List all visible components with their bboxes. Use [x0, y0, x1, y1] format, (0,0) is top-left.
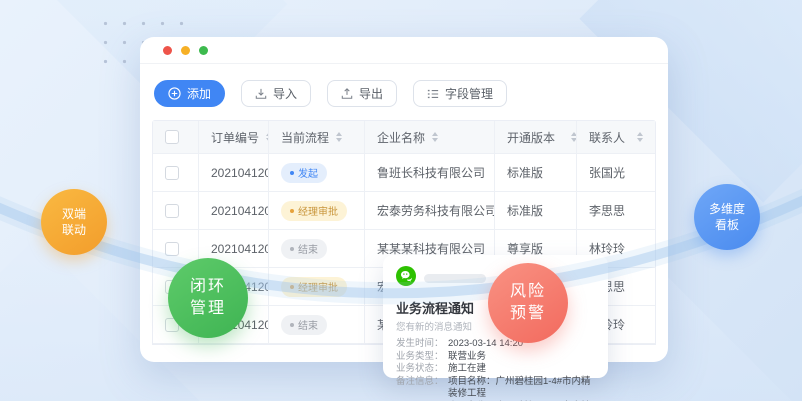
cell-version: 标准版 — [495, 154, 577, 191]
plus-circle-icon — [168, 87, 181, 100]
status-badge: 经理审批 — [281, 201, 347, 221]
field-value: 联营业务 — [448, 351, 486, 364]
table-header-row: 订单编号 当前流程 企业名称 开通版本 联系人 — [153, 121, 655, 154]
header-contact: 联系人 — [589, 129, 625, 146]
cell-order: 20210412002 — [199, 192, 269, 229]
add-button[interactable]: 添加 — [154, 80, 225, 107]
traffic-light-maximize-icon[interactable] — [199, 46, 208, 55]
traffic-light-minimize-icon[interactable] — [181, 46, 190, 55]
cell-company: 鲁班长科技有限公司 — [365, 154, 495, 191]
table-row[interactable]: 20210412002 经理审批 宏泰劳务科技有限公司 标准版 李思思 — [153, 192, 655, 230]
cell-version: 标准版 — [495, 192, 577, 229]
cell-contact: 张国光 — [577, 154, 657, 191]
feature-bubble-dashboard: 多维度 看板 — [694, 184, 760, 250]
export-button-label: 导出 — [359, 85, 383, 102]
import-button[interactable]: 导入 — [241, 80, 311, 107]
toolbar: 添加 导入 导出 字段管理 — [140, 64, 668, 107]
cell-company: 宏泰劳务科技有限公司 — [365, 192, 495, 229]
header-process: 当前流程 — [281, 129, 329, 146]
field-label: 业务状态： — [396, 363, 448, 376]
add-button-label: 添加 — [187, 85, 211, 102]
sort-icon[interactable] — [336, 132, 342, 142]
field-label: 业务类型： — [396, 351, 448, 364]
status-badge: 结束 — [281, 239, 327, 259]
header-company: 企业名称 — [377, 129, 425, 146]
sort-icon[interactable] — [432, 132, 438, 142]
field-value: 项目名称：广州碧桂园1-4#市内精装修工程 — [448, 376, 595, 401]
select-all-checkbox[interactable] — [165, 130, 179, 144]
status-badge: 结束 — [281, 315, 327, 335]
window-titlebar — [140, 37, 668, 64]
cell-contact: 李思思 — [577, 192, 657, 229]
field-management-button[interactable]: 字段管理 — [413, 80, 507, 107]
field-label: 发生时间： — [396, 338, 448, 351]
field-management-button-label: 字段管理 — [445, 85, 493, 102]
table-row[interactable]: 20210412001 发起 鲁班长科技有限公司 标准版 张国光 — [153, 154, 655, 192]
upload-icon — [341, 88, 353, 100]
download-icon — [255, 88, 267, 100]
feature-bubble-dual-linkage: 双端 联动 — [41, 189, 107, 255]
marketing-screenshot-canvas: 添加 导入 导出 字段管理 — [0, 0, 802, 401]
import-button-label: 导入 — [273, 85, 297, 102]
field-value: 施工在建 — [448, 363, 486, 376]
status-badge: 发起 — [281, 163, 327, 183]
cell-order: 20210412001 — [199, 154, 269, 191]
feature-bubble-risk-warning: 风险 预警 — [488, 263, 568, 343]
header-version: 开通版本 — [507, 129, 555, 146]
status-badge: 经理审批 — [281, 277, 347, 297]
export-button[interactable]: 导出 — [327, 80, 397, 107]
field-label: 备注信息： — [396, 376, 448, 401]
sort-icon[interactable] — [637, 132, 643, 142]
feature-bubble-closed-loop: 闭环 管理 — [168, 258, 248, 338]
row-checkbox[interactable] — [165, 242, 179, 256]
wechat-icon — [396, 266, 416, 291]
header-order: 订单编号 — [211, 129, 259, 146]
row-checkbox[interactable] — [165, 166, 179, 180]
row-checkbox[interactable] — [165, 204, 179, 218]
notification-fields: 发生时间：2023-03-14 14:20 业务类型：联营业务 业务状态：施工在… — [396, 338, 595, 401]
traffic-light-close-icon[interactable] — [163, 46, 172, 55]
sender-placeholder-pill — [424, 274, 486, 283]
list-icon — [427, 88, 439, 100]
